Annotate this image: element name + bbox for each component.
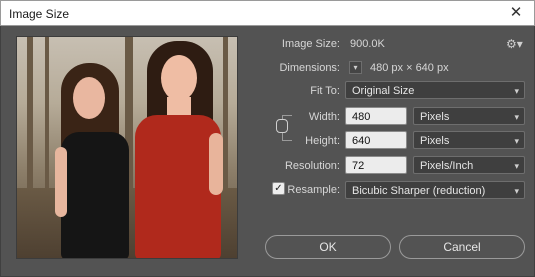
dimensions-units-dropdown[interactable]: ▾: [349, 61, 362, 74]
resolution-label: Resolution:: [284, 160, 340, 172]
width-input[interactable]: 480: [345, 107, 407, 125]
width-unit-select[interactable]: Pixels ▾: [413, 107, 525, 125]
dimensions-value: 480 px × 640 px: [370, 62, 449, 74]
image-size-value: 900.0K: [350, 38, 385, 50]
height-value: 640: [352, 135, 371, 147]
gear-icon[interactable]: ⚙▾: [506, 37, 523, 51]
height-label: Height:: [305, 135, 340, 147]
width-unit-value: Pixels: [420, 111, 450, 123]
resample-checkbox[interactable]: ✓: [272, 182, 285, 195]
fit-to-select[interactable]: Original Size ▾: [345, 81, 525, 99]
image-preview[interactable]: [16, 36, 238, 259]
resolution-input[interactable]: 72: [345, 156, 407, 174]
person-left-dress: [61, 132, 129, 258]
height-unit-value: Pixels: [420, 135, 450, 147]
fit-to-label: Fit To:: [310, 85, 340, 97]
height-input[interactable]: 640: [345, 131, 407, 149]
chevron-down-icon: ▾: [514, 112, 519, 122]
close-icon[interactable]: ✕: [508, 4, 524, 22]
chevron-down-icon: ▾: [514, 186, 519, 196]
chevron-down-icon: ▾: [514, 86, 519, 96]
window-title: Image Size: [9, 7, 70, 21]
width-label: Width:: [308, 111, 340, 123]
image-size-label: Image Size:: [281, 38, 340, 50]
person-left-face: [73, 77, 105, 119]
width-value: 480: [352, 111, 371, 123]
dimensions-label: Dimensions:: [279, 62, 340, 74]
title-bar: Image Size ✕: [0, 0, 535, 26]
resolution-unit-value: Pixels/Inch: [420, 160, 474, 172]
cancel-button[interactable]: Cancel: [399, 235, 525, 259]
person-right-face: [161, 55, 197, 101]
person-right-arm: [209, 133, 223, 195]
chevron-down-icon: ▾: [514, 136, 519, 146]
resample-label: Resample:: [287, 184, 340, 196]
ok-button[interactable]: OK: [265, 235, 391, 259]
fit-to-value: Original Size: [352, 85, 415, 97]
height-unit-select[interactable]: Pixels ▾: [413, 131, 525, 149]
resample-method-select[interactable]: Bicubic Sharper (reduction) ▾: [345, 181, 525, 199]
resample-method-value: Bicubic Sharper (reduction): [352, 185, 486, 197]
resolution-value: 72: [352, 160, 365, 172]
chevron-down-icon: ▾: [514, 161, 519, 171]
resolution-unit-select[interactable]: Pixels/Inch ▾: [413, 156, 525, 174]
person-left-arm: [55, 147, 67, 217]
